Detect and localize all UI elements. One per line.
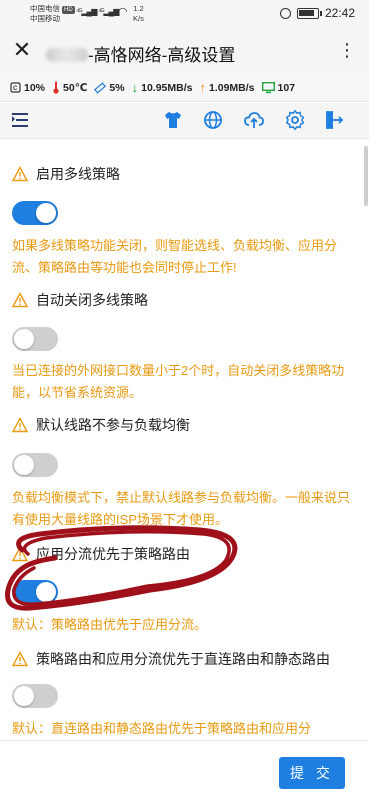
setting-label: 策略路由和应用分流优先于直连路由和静态路由 [36,651,330,667]
carrier-1: 中国电信 [30,4,60,13]
toggle-switch[interactable] [12,201,58,225]
toolbar [0,103,369,139]
redacted-name [46,48,88,62]
warning-icon [12,292,28,308]
toggle-switch[interactable] [12,684,58,708]
menu-icon[interactable] [12,112,32,128]
annotation-scribble [4,525,238,611]
monitor-icon [261,81,275,93]
upload-stat: ↑ 1.09MB/s [199,80,254,95]
memory-icon [94,81,107,94]
gear-icon[interactable] [284,109,306,131]
page-title-text: -高恪网络-高级设置 [88,46,236,65]
setting-description: 当已连接的外网接口数量小于2个时，自动关闭多线策略功能，以节省系统资源。 [12,363,345,400]
alarm-icon [279,7,291,19]
speed-value: 1.2 [133,4,144,13]
battery-icon [296,7,322,19]
footer: 提 交 [0,740,369,800]
wifi-icon: ◠ [118,6,128,18]
router-stats: C 10% 50℃ 5% ↓ 10.95MB/s ↑ 1.09MB/s 107 [0,74,369,102]
mem-stat: 5% [94,81,125,94]
logout-icon[interactable] [323,109,345,131]
hd-badge: HD [62,6,75,14]
cpu-icon: C [10,82,21,93]
page-title: -高恪网络-高级设置 [46,41,235,66]
upload-arrow-icon: ↑ [199,80,206,95]
devices-stat: 107 [261,81,296,94]
setting-label: 默认线路不参与负载均衡 [36,417,190,433]
network-speed: 1.2 K/s [133,4,144,24]
carrier-2: 中国移动 [30,14,60,23]
speed-unit: K/s [133,14,144,23]
carrier-info: 中国电信 HD 中国移动 [30,4,75,24]
setting-row: 默认线路不参与负载均衡 [12,415,190,435]
signal-icon-2: ⁴ᴳ▂▄▆ [98,7,119,16]
devices-value: 107 [277,81,296,94]
close-icon[interactable]: ✕ [10,38,34,62]
temp-stat: 50℃ [52,81,87,94]
cpu-value: 10% [24,81,46,94]
more-options-icon[interactable]: ⋮ [338,40,357,61]
setting-label: 自动关闭多线策略 [36,292,148,308]
setting-row: 策略路由和应用分流优先于直连路由和静态路由 [12,649,330,669]
setting-description: 如果多线策略功能关闭，则智能选线、负载均衡、应用分流、策略路由等功能也会同时停止… [12,238,338,275]
cloud-upload-icon[interactable] [243,109,265,131]
submit-button[interactable]: 提 交 [279,757,345,789]
settings-list: 启用多线策略 如果多线策略功能关闭，则智能选线、负载均衡、应用分流、策略路由等功… [0,140,369,740]
download-stat: ↓ 10.95MB/s [132,80,193,95]
app-bar: ✕ -高恪网络-高级设置 ⋮ [0,30,369,74]
setting-description: 默认：直连路由和静态路由优先于策略路由和应用分 [12,721,312,736]
warning-icon [12,651,28,667]
warning-icon [12,166,28,182]
setting-row: 启用多线策略 [12,164,120,184]
thermometer-icon [53,81,59,94]
download-value: 10.95MB/s [141,81,193,94]
status-bar: 中国电信 HD 中国移动 ⁴ᴳ▂▄▆ ⁴ᴳ▂▄▆ ◠ 1.2 K/s 22:42 [0,0,369,30]
setting-label: 启用多线策略 [36,166,120,182]
globe-icon[interactable] [202,109,224,131]
warning-icon [12,417,28,433]
toggle-switch[interactable] [12,453,58,477]
scrollbar-thumb[interactable] [364,146,368,206]
mem-value: 5% [109,81,125,94]
signal-icon-1: ⁴ᴳ▂▄▆ [76,7,97,16]
status-right: 22:42 [279,6,355,20]
download-arrow-icon: ↓ [131,80,139,95]
setting-row: 自动关闭多线策略 [12,290,148,310]
toggle-switch[interactable] [12,327,58,351]
temp-value: 50℃ [63,81,88,94]
svg-text:C: C [13,86,18,92]
upload-value: 1.09MB/s [208,81,255,94]
shirt-icon[interactable] [162,109,184,131]
scrollbar[interactable] [363,142,369,738]
clock: 22:42 [324,6,355,20]
cpu-stat: C 10% [10,82,45,94]
